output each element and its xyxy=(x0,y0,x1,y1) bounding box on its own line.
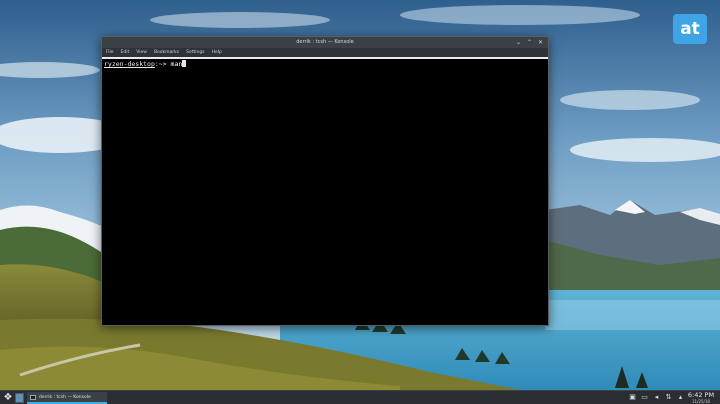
virtual-desktop-pager xyxy=(15,393,24,403)
konsole-window[interactable]: derrik : tcsh — Konsole ⌄ ⌃ ✕ File Edit … xyxy=(101,36,549,326)
typed-command: man xyxy=(170,60,183,68)
display-icon[interactable]: ▭ xyxy=(641,393,648,401)
site-logo: at xyxy=(673,14,707,44)
taskbar-task-konsole[interactable]: derrik : tcsh — Konsole xyxy=(27,392,107,404)
menu-bookmarks[interactable]: Bookmarks xyxy=(154,48,179,57)
system-tray: ▣ ▭ ◂ ⇅ ▴ xyxy=(629,393,684,401)
clock-time: 6:42 PM xyxy=(687,391,715,399)
taskbar: ❖ derrik : tcsh — Konsole ▣ ▭ ◂ ⇅ ▴ 6:42… xyxy=(0,390,720,404)
volume-icon[interactable]: ◂ xyxy=(653,393,660,401)
pager-desktop-1[interactable] xyxy=(15,393,24,403)
minimize-icon[interactable]: ⌄ xyxy=(515,39,522,46)
menu-settings[interactable]: Settings xyxy=(186,48,204,57)
tray-expand-icon[interactable]: ▴ xyxy=(677,393,684,401)
terminal-icon xyxy=(30,394,36,400)
network-icon[interactable]: ⇅ xyxy=(665,393,672,401)
close-icon[interactable]: ✕ xyxy=(537,39,544,46)
prompt-path: :~> xyxy=(154,60,171,68)
clock[interactable]: 6:42 PM 11/25/18 xyxy=(686,391,716,404)
text-cursor xyxy=(182,60,187,67)
maximize-icon[interactable]: ⌃ xyxy=(526,39,533,46)
task-label: derrik : tcsh — Konsole xyxy=(39,394,91,400)
prompt-host: ryzen-desktop xyxy=(104,60,155,68)
terminal-area[interactable]: ryzen-desktop:~> man xyxy=(102,59,548,325)
camera-icon[interactable]: ▣ xyxy=(629,393,636,401)
application-launcher-icon[interactable]: ❖ xyxy=(2,392,14,404)
menubar: File Edit View Bookmarks Settings Help xyxy=(102,48,548,57)
window-title: derrik : tcsh — Konsole xyxy=(296,39,354,45)
menu-view[interactable]: View xyxy=(136,48,147,57)
menu-file[interactable]: File xyxy=(106,48,114,57)
menu-edit[interactable]: Edit xyxy=(121,48,130,57)
window-controls: ⌄ ⌃ ✕ xyxy=(515,39,544,46)
menu-help[interactable]: Help xyxy=(212,48,222,57)
clock-date: 11/25/18 xyxy=(692,399,710,404)
window-titlebar[interactable]: derrik : tcsh — Konsole ⌄ ⌃ ✕ xyxy=(102,37,548,48)
logo-text: at xyxy=(680,19,700,39)
